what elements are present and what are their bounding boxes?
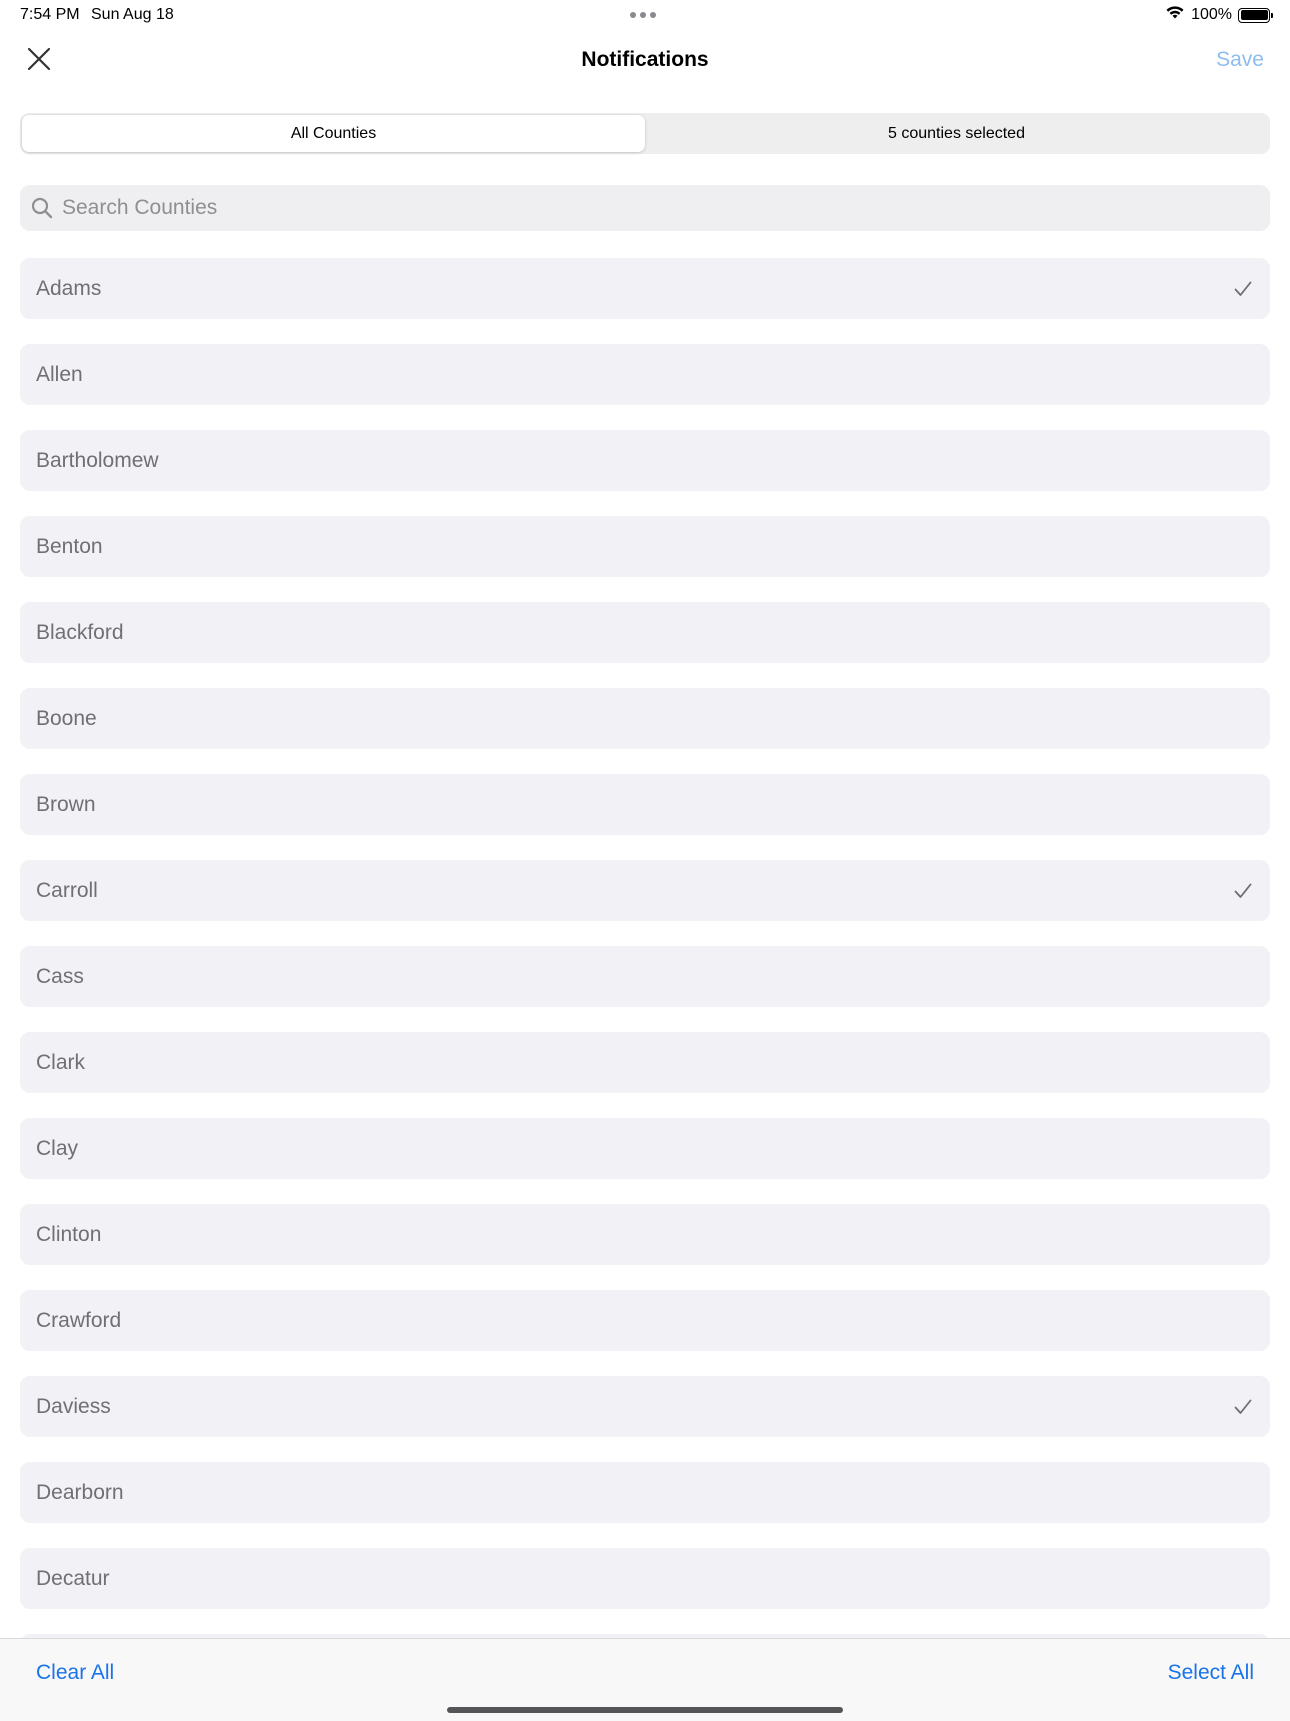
- county-row[interactable]: Boone: [20, 688, 1270, 749]
- county-row[interactable]: Daviess: [20, 1376, 1270, 1437]
- county-row[interactable]: Adams: [20, 258, 1270, 319]
- checkmark-icon: [1232, 278, 1254, 300]
- county-name: Daviess: [36, 1394, 111, 1418]
- save-button[interactable]: Save: [1216, 48, 1264, 72]
- county-row[interactable]: Cass: [20, 946, 1270, 1007]
- county-row[interactable]: Allen: [20, 344, 1270, 405]
- county-name: Brown: [36, 792, 96, 816]
- county-name: Cass: [36, 964, 84, 988]
- nav-bar: Notifications Save: [0, 30, 1290, 96]
- county-name: Carroll: [36, 878, 98, 902]
- county-name: Dearborn: [36, 1480, 124, 1504]
- county-row[interactable]: Benton: [20, 516, 1270, 577]
- notifications-screen: 7:54 PM Sun Aug 18 100% Notifications Sa…: [0, 0, 1290, 1721]
- county-row[interactable]: Blackford: [20, 602, 1270, 663]
- county-name: Boone: [36, 706, 97, 730]
- wifi-icon: [1165, 5, 1185, 25]
- county-name: Blackford: [36, 620, 124, 644]
- county-list: Adams Allen Bartholomew Benton Blackford Boon…: [20, 258, 1270, 1638]
- search-icon: [30, 196, 54, 220]
- county-row[interactable]: Clark: [20, 1032, 1270, 1093]
- clear-all-button[interactable]: Clear All: [36, 1661, 114, 1685]
- battery-percent: 100%: [1191, 6, 1232, 23]
- county-name: Decatur: [36, 1566, 110, 1590]
- page-title: Notifications: [581, 48, 709, 71]
- status-bar: 7:54 PM Sun Aug 18 100%: [0, 0, 1290, 30]
- county-name: Bartholomew: [36, 448, 159, 472]
- county-row[interactable]: Bartholomew: [20, 430, 1270, 491]
- segmented-control: All Counties 5 counties selected: [20, 113, 1270, 154]
- select-all-button[interactable]: Select All: [1168, 1661, 1254, 1685]
- status-time: 7:54 PM: [20, 6, 80, 23]
- county-row[interactable]: Dearborn: [20, 1462, 1270, 1523]
- county-name: Crawford: [36, 1308, 122, 1332]
- county-name: Benton: [36, 534, 103, 558]
- county-name: Clark: [36, 1050, 86, 1074]
- checkmark-icon: [1232, 880, 1254, 902]
- segment-all-counties[interactable]: All Counties: [22, 115, 645, 152]
- status-indicators: 100%: [1165, 5, 1273, 25]
- county-row[interactable]: Crawford: [20, 1290, 1270, 1351]
- battery-icon: [1238, 7, 1273, 23]
- bottom-toolbar: Clear All Select All: [0, 1638, 1290, 1721]
- county-name: Clinton: [36, 1222, 102, 1246]
- multitasking-dots-icon[interactable]: [630, 12, 656, 18]
- checkmark-icon: [1232, 1396, 1254, 1418]
- county-row[interactable]: Brown: [20, 774, 1270, 835]
- status-date: Sun Aug 18: [91, 6, 174, 23]
- county-name: Clay: [36, 1136, 79, 1160]
- search-bar: [20, 185, 1270, 231]
- home-indicator[interactable]: [447, 1707, 843, 1713]
- county-row[interactable]: Clay: [20, 1118, 1270, 1179]
- county-row[interactable]: Clinton: [20, 1204, 1270, 1265]
- county-name: Allen: [36, 362, 83, 386]
- segment-selected-counties[interactable]: 5 counties selected: [645, 115, 1268, 152]
- search-input[interactable]: [62, 196, 1242, 220]
- county-row[interactable]: Decatur: [20, 1548, 1270, 1609]
- county-row[interactable]: Carroll: [20, 860, 1270, 921]
- county-name: Adams: [36, 276, 102, 300]
